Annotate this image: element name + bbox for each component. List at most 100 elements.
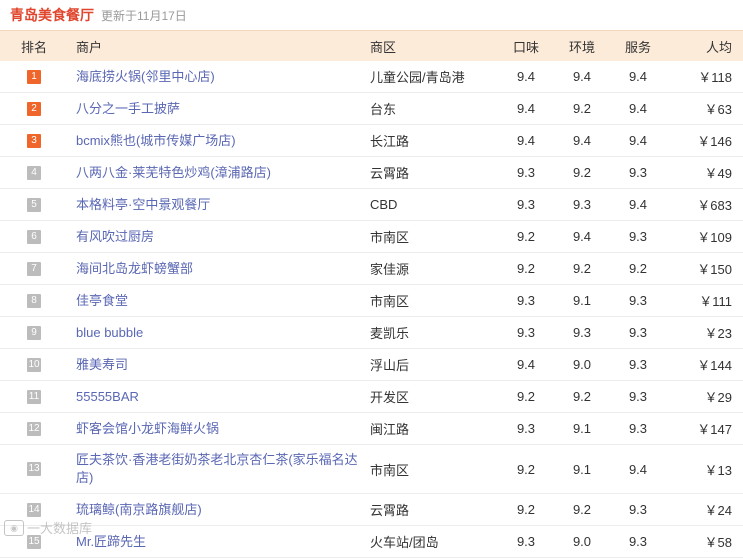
env-score: 9.4	[572, 229, 592, 244]
rank-cell: 4	[0, 165, 68, 180]
table-row[interactable]: 9 blue bubble 麦凯乐 9.3 9.3 9.3 ￥23	[0, 317, 743, 349]
area-cell: 云霄路	[370, 503, 410, 518]
table-row[interactable]: 6 有风吹过厨房 市南区 9.2 9.4 9.3 ￥109	[0, 221, 743, 253]
avg-column-header[interactable]: 人均	[666, 37, 742, 56]
table-row[interactable]: 5 本格料亭·空中景观餐厅 CBD 9.3 9.3 9.4 ￥683	[0, 189, 743, 221]
restaurant-name-link[interactable]: 虾客会馆小龙虾海鲜火锅	[68, 420, 370, 438]
env-score: 9.4	[572, 133, 592, 148]
table-row[interactable]: 1 海底捞火锅(邻里中心店) 儿童公园/青岛港 9.4 9.4 9.4 ￥118	[0, 61, 743, 93]
taste-score: 9.2	[516, 229, 536, 244]
area-cell: 火车站/团岛	[370, 535, 439, 550]
service-column-header[interactable]: 服务	[610, 37, 666, 56]
rank-column-header[interactable]: 排名	[0, 37, 68, 56]
table-row[interactable]: 11 55555BAR 开发区 9.2 9.2 9.3 ￥29	[0, 381, 743, 413]
rank-badge: 1	[27, 69, 41, 84]
rank-badge: 5	[27, 197, 41, 212]
restaurant-name-link[interactable]: 本格料亭·空中景观餐厅	[68, 196, 370, 214]
rank-cell: 3	[0, 133, 68, 148]
taste-score: 9.4	[516, 69, 536, 84]
env-score: 9.1	[572, 421, 592, 436]
restaurant-name-link[interactable]: 雅美寿司	[68, 356, 370, 374]
avg-price: ￥49	[704, 166, 732, 181]
env-column-header[interactable]: 环境	[554, 37, 610, 56]
table-row[interactable]: 13 匠夫茶饮·香港老街奶茶老北京杏仁茶(家乐福名达店) 市南区 9.2 9.1 9.4 ￥…	[0, 445, 743, 494]
env-score: 9.2	[572, 101, 592, 116]
area-cell: 麦凯乐	[370, 326, 410, 341]
service-score: 9.3	[628, 229, 648, 244]
rank-badge: 13	[27, 462, 41, 476]
area-cell: 台东	[370, 102, 397, 117]
rank-cell: 1	[0, 69, 68, 84]
rank-badge: 2	[27, 101, 41, 116]
env-score: 9.0	[572, 534, 592, 549]
rank-cell: 6	[0, 229, 68, 244]
rank-badge: 3	[27, 133, 41, 148]
env-score: 9.1	[572, 293, 592, 308]
rank-cell: 11	[0, 389, 68, 404]
env-score: 9.3	[572, 325, 592, 340]
taste-score: 9.4	[516, 133, 536, 148]
name-column-header[interactable]: 商户	[68, 37, 370, 56]
env-score: 9.3	[572, 197, 592, 212]
area-cell: 市南区	[370, 230, 410, 245]
service-score: 9.3	[628, 357, 648, 372]
area-cell: 闽江路	[370, 422, 410, 437]
area-cell: 长江路	[370, 134, 410, 149]
restaurant-name-link[interactable]: blue bubble	[68, 324, 370, 342]
service-score: 9.4	[628, 461, 648, 477]
restaurant-name-link[interactable]: 八两八金·莱芜特色炒鸡(漳浦路店)	[68, 164, 370, 182]
restaurant-name-link[interactable]: 海间北岛龙虾螃蟹部	[68, 260, 370, 278]
env-score: 9.4	[572, 69, 592, 84]
env-score: 9.2	[572, 261, 592, 276]
taste-score: 9.4	[516, 357, 536, 372]
restaurant-name-link[interactable]: 琉璃鲸(南京路旗舰店)	[68, 501, 370, 519]
restaurant-name-link[interactable]: 八分之一手工披萨	[68, 100, 370, 118]
table-row[interactable]: 14 琉璃鲸(南京路旗舰店) 云霄路 9.2 9.2 9.3 ￥24	[0, 494, 743, 526]
service-score: 9.4	[628, 101, 648, 116]
taste-score: 9.3	[516, 165, 536, 180]
table-row[interactable]: 10 雅美寿司 浮山后 9.4 9.0 9.3 ￥144	[0, 349, 743, 381]
taste-score: 9.2	[516, 389, 536, 404]
env-score: 9.2	[572, 389, 592, 404]
watermark-text: 一大数据库	[27, 521, 93, 536]
restaurant-name-link[interactable]: 海底捞火锅(邻里中心店)	[68, 68, 370, 86]
taste-score: 9.4	[516, 101, 536, 116]
table-row[interactable]: 2 八分之一手工披萨 台东 9.4 9.2 9.4 ￥63	[0, 93, 743, 125]
env-score: 9.2	[572, 502, 592, 517]
restaurant-name-link[interactable]: 匠夫茶饮·香港老街奶茶老北京杏仁茶(家乐福名达店)	[68, 451, 370, 487]
rank-cell: 12	[0, 421, 68, 436]
rank-badge: 4	[27, 165, 41, 180]
service-score: 9.4	[628, 197, 648, 212]
avg-price: ￥144	[697, 358, 732, 373]
service-score: 9.4	[628, 133, 648, 148]
table-row[interactable]: 15 Mr.匠蹄先生 火车站/团岛 9.3 9.0 9.3 ￥58	[0, 526, 743, 558]
rank-cell: 13	[0, 462, 68, 476]
service-score: 9.3	[628, 502, 648, 517]
env-score: 9.2	[572, 165, 592, 180]
table-row[interactable]: 7 海间北岛龙虾螃蟹部 家佳源 9.2 9.2 9.2 ￥150	[0, 253, 743, 285]
area-cell: 儿童公园/青岛港	[370, 70, 465, 85]
rank-cell: 5	[0, 197, 68, 212]
area-column-header[interactable]: 商区	[370, 37, 498, 56]
taste-score: 9.3	[516, 421, 536, 436]
restaurant-name-link[interactable]: bcmix熊也(城市传媒广场店)	[68, 132, 370, 150]
avg-price: ￥111	[699, 294, 732, 309]
area-cell: CBD	[370, 197, 398, 212]
page-header: 青岛美食餐厅 更新于11月17日	[0, 0, 743, 30]
table-row[interactable]: 3 bcmix熊也(城市传媒广场店) 长江路 9.4 9.4 9.4 ￥146	[0, 125, 743, 157]
area-cell: 市南区	[370, 462, 410, 478]
avg-price: ￥63	[704, 102, 732, 117]
service-score: 9.3	[628, 389, 648, 404]
taste-column-header[interactable]: 口味	[498, 37, 554, 56]
taste-score: 9.2	[516, 461, 536, 477]
rank-cell: 7	[0, 261, 68, 276]
table-row[interactable]: 4 八两八金·莱芜特色炒鸡(漳浦路店) 云霄路 9.3 9.2 9.3 ￥49	[0, 157, 743, 189]
table-row[interactable]: 12 虾客会馆小龙虾海鲜火锅 闽江路 9.3 9.1 9.3 ￥147	[0, 413, 743, 445]
page-title: 青岛美食餐厅	[10, 7, 94, 23]
restaurant-name-link[interactable]: 有风吹过厨房	[68, 228, 370, 246]
restaurant-name-link[interactable]: 55555BAR	[68, 388, 370, 406]
restaurant-name-link[interactable]: 佳亭食堂	[68, 292, 370, 310]
restaurant-name-link[interactable]: Mr.匠蹄先生	[68, 533, 370, 551]
table-row[interactable]: 8 佳亭食堂 市南区 9.3 9.1 9.3 ￥111	[0, 285, 743, 317]
area-cell: 云霄路	[370, 166, 410, 181]
